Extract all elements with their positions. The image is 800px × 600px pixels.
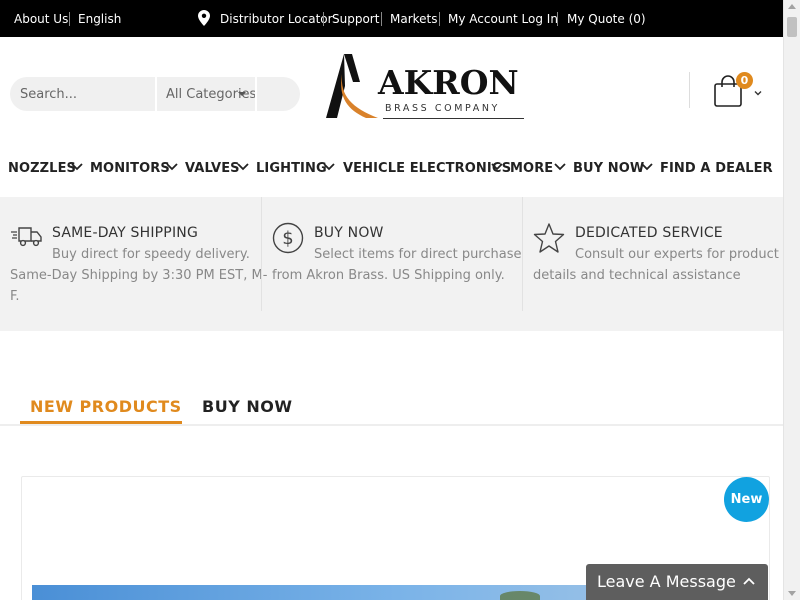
vertical-scrollbar[interactable]: [783, 0, 800, 600]
akron-brass-logo[interactable]: AKRON BRASS COMPANY: [322, 52, 527, 122]
about-us-link[interactable]: About Us: [14, 12, 68, 26]
feature-buy-now: $ BUY NOW Select items for direct purcha…: [262, 197, 522, 311]
logo-underline: [383, 118, 524, 119]
logo-mark-icon: [326, 54, 378, 118]
chevron-down-icon[interactable]: [166, 162, 178, 172]
feature-text: Consult our experts for product: [575, 247, 779, 262]
feature-text: Same-Day Shipping by 3:30 PM EST, M-: [10, 268, 268, 283]
nav-item-buy-now[interactable]: BUY NOW: [573, 161, 644, 176]
scroll-down-arrow-icon[interactable]: [788, 591, 796, 596]
search-input[interactable]: [10, 77, 153, 111]
search-button[interactable]: [259, 77, 300, 111]
features-strip: SAME-DAY SHIPPING Buy direct for speedy …: [0, 197, 783, 331]
chevron-up-icon[interactable]: [742, 576, 756, 586]
scroll-thumb[interactable]: [787, 17, 797, 37]
chevron-down-icon[interactable]: [554, 162, 566, 172]
svg-text:$: $: [282, 228, 293, 249]
chevron-down-icon[interactable]: [491, 162, 503, 172]
support-link[interactable]: Support: [332, 12, 379, 26]
divider: [323, 12, 324, 26]
chevron-down-icon[interactable]: [641, 162, 653, 172]
nav-item-valves[interactable]: VALVES: [185, 161, 240, 176]
feature-text: from Akron Brass. US Shipping only.: [272, 268, 505, 283]
nav-item-nozzles[interactable]: NOZZLES: [8, 161, 76, 176]
feature-dedicated-service: DEDICATED SERVICE Consult our experts fo…: [523, 197, 783, 311]
product-image-tree: [500, 591, 540, 600]
chevron-down-icon[interactable]: [323, 162, 335, 172]
nav-item-more[interactable]: MORE: [510, 161, 553, 176]
markets-link[interactable]: Markets: [390, 12, 438, 26]
divider: [557, 12, 558, 26]
divider: [439, 12, 440, 26]
location-pin-icon: [198, 10, 210, 26]
search-bar: All Categories: [10, 77, 300, 111]
feature-title: DEDICATED SERVICE: [575, 225, 723, 241]
divider: [381, 12, 382, 26]
scroll-up-arrow-icon[interactable]: [788, 4, 796, 9]
leave-message-widget[interactable]: Leave A Message: [586, 564, 768, 600]
chevron-down-icon[interactable]: [754, 89, 762, 97]
my-quote-link[interactable]: My Quote (0): [567, 12, 646, 26]
language-link[interactable]: English: [78, 12, 121, 26]
distributor-locator-link[interactable]: Distributor Locator: [220, 12, 333, 26]
feature-text: details and technical assistance: [533, 268, 741, 283]
nav-item-find-a-dealer[interactable]: FIND A DEALER: [660, 161, 773, 176]
page: About Us English Distributor Locator Sup…: [0, 0, 800, 600]
chat-label: Leave A Message: [597, 572, 736, 591]
tab-new-products[interactable]: NEW PRODUCTS: [30, 397, 182, 416]
nav-item-monitors[interactable]: MONITORS: [90, 161, 170, 176]
tabs-baseline: [0, 424, 783, 426]
header-divider: [689, 72, 690, 108]
truck-icon: [11, 227, 42, 247]
new-badge: New: [724, 477, 769, 522]
feature-title: BUY NOW: [314, 225, 384, 241]
feature-text: Buy direct for speedy delivery.: [52, 247, 250, 262]
chevron-down-icon[interactable]: [237, 162, 249, 172]
dollar-icon: $: [272, 222, 304, 254]
logo-subtitle: BRASS COMPANY: [385, 103, 500, 114]
divider: [69, 12, 70, 26]
feature-text: Select items for direct purchase: [314, 247, 522, 262]
caret-down-icon: [238, 92, 246, 96]
feature-title: SAME-DAY SHIPPING: [52, 225, 199, 241]
feature-same-day-shipping: SAME-DAY SHIPPING Buy direct for speedy …: [0, 197, 267, 311]
nav-item-lighting[interactable]: LIGHTING: [256, 161, 327, 176]
top-bar: About Us English Distributor Locator Sup…: [0, 0, 783, 37]
cart-count-badge: 0: [736, 72, 753, 89]
tab-buy-now[interactable]: BUY NOW: [202, 397, 292, 416]
chevron-down-icon[interactable]: [71, 162, 83, 172]
account-login-link[interactable]: My Account Log In: [448, 12, 558, 26]
main-nav: NOZZLES MONITORS VALVES LIGHTING VEHICLE…: [0, 157, 783, 181]
star-icon: [533, 223, 565, 253]
nav-item-vehicle-electronics[interactable]: VEHICLE ELECTRONICS: [343, 161, 511, 176]
feature-text: F.: [10, 289, 20, 304]
logo-wordmark: AKRON: [378, 63, 519, 102]
active-tab-indicator: [20, 421, 182, 424]
